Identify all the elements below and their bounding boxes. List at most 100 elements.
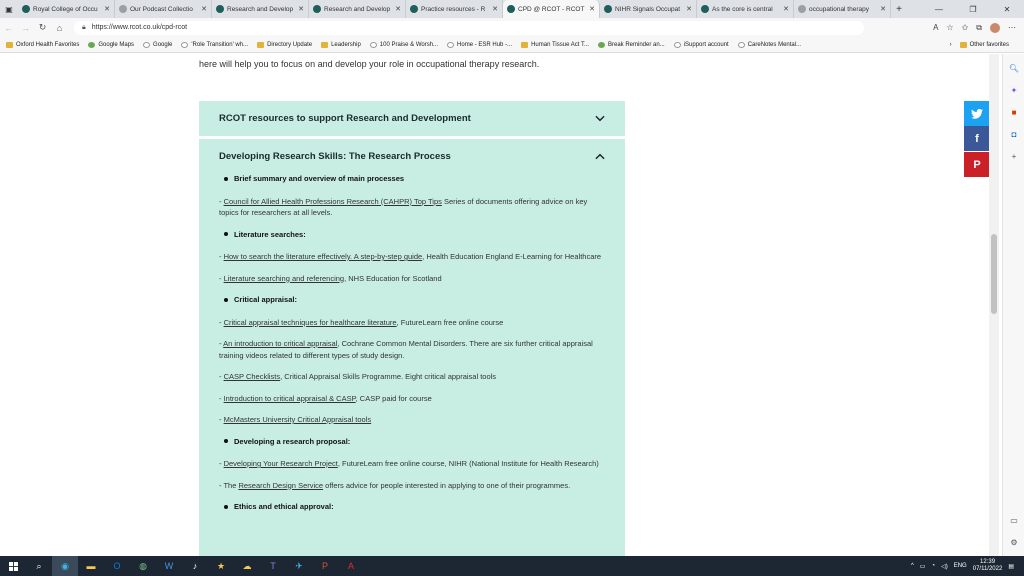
chevron-right-icon[interactable]: › <box>950 42 952 48</box>
onedrive-taskbar-icon[interactable]: ☁ <box>234 556 260 576</box>
app-taskbar-icon[interactable]: ✈ <box>286 556 312 576</box>
file-explorer-icon[interactable]: ▬ <box>78 556 104 576</box>
resource-link[interactable]: Introduction to critical appraisal & CAS… <box>224 394 356 403</box>
tab-actions-icon[interactable]: ▣ <box>0 0 18 18</box>
browser-tab[interactable]: NIHR Signals Occupat ✕ <box>600 0 697 18</box>
twitter-share-button[interactable] <box>964 101 990 126</box>
bookmark-item[interactable]: Directory Update <box>257 41 312 48</box>
bookmark-item[interactable]: Leadership <box>321 41 361 48</box>
bookmark-item[interactable]: Human Tissue Act T... <box>521 41 589 48</box>
resource-link[interactable]: CASP Checklists <box>224 372 281 381</box>
clock[interactable]: 12:39 07/11/2022 <box>973 559 1003 573</box>
close-tab-icon[interactable]: ✕ <box>395 5 401 13</box>
pinterest-share-button[interactable]: P <box>964 152 990 177</box>
bookmark-item[interactable]: Break Reminder an... <box>597 41 665 48</box>
close-tab-icon[interactable]: ✕ <box>298 5 304 13</box>
office-icon[interactable]: ■ <box>1008 106 1020 118</box>
add-icon[interactable]: + <box>1008 150 1020 162</box>
bookmark-item[interactable]: Home - ESR Hub -... <box>447 41 512 48</box>
notifications-icon[interactable]: ▤ <box>1008 563 1014 570</box>
browser-tab[interactable]: Research and Develop ✕ <box>212 0 309 18</box>
app-taskbar-icon[interactable]: ♪ <box>182 556 208 576</box>
volume-icon[interactable]: ◁) <box>941 563 948 570</box>
resource-link[interactable]: Developing Your Research Project <box>224 459 338 468</box>
close-window-icon[interactable]: ✕ <box>990 0 1024 18</box>
browser-tab[interactable]: Research and Develop ✕ <box>309 0 406 18</box>
favorite-star-icon[interactable]: ☆ <box>946 23 953 32</box>
chevron-down-icon[interactable] <box>595 114 605 124</box>
bookmark-item[interactable]: iSupport account <box>673 41 729 48</box>
more-menu-icon[interactable]: ⋯ <box>1008 23 1016 32</box>
close-tab-icon[interactable]: ✕ <box>492 5 498 13</box>
resource-link[interactable]: An introduction to critical appraisal <box>223 339 337 348</box>
collections-icon[interactable]: ⧉ <box>976 23 982 33</box>
acrobat-taskbar-icon[interactable]: A <box>338 556 364 576</box>
forward-icon[interactable]: → <box>17 23 34 33</box>
close-tab-icon[interactable]: ✕ <box>783 5 789 13</box>
discover-icon[interactable]: ✦ <box>1008 84 1020 96</box>
browser-tab[interactable]: Practice resources - R ✕ <box>406 0 503 18</box>
home-icon[interactable]: ⌂ <box>51 23 68 33</box>
clock-date: 07/11/2022 <box>972 566 1003 572</box>
resource-link[interactable]: How to search the literature effectively… <box>224 252 423 261</box>
tray-chevron-icon[interactable]: ^ <box>911 563 914 569</box>
browser-tab[interactable]: Our Podcast Collectio ✕ <box>115 0 212 18</box>
address-bar[interactable]: 🔒︎ https://www.rcot.co.uk/cpd-rcot <box>74 20 864 35</box>
chevron-up-icon[interactable] <box>595 151 605 161</box>
accordion-header[interactable]: Developing Research Skills: The Research… <box>219 139 605 173</box>
settings-icon[interactable]: ⚙ <box>1008 536 1020 548</box>
search-icon[interactable]: 🔍︎ <box>1008 62 1020 74</box>
minimize-icon[interactable]: — <box>922 0 956 18</box>
favorites-taskbar-icon[interactable]: ★ <box>208 556 234 576</box>
close-tab-icon[interactable]: ✕ <box>104 5 110 13</box>
restore-icon[interactable]: ❐ <box>956 0 990 18</box>
read-aloud-icon[interactable]: A <box>933 23 938 32</box>
accordion-title: RCOT resources to support Research and D… <box>219 113 471 124</box>
scrollbar-thumb[interactable] <box>991 234 997 314</box>
refresh-icon[interactable]: ↻ <box>34 22 51 33</box>
resource-link[interactable]: Research Design Service <box>238 481 323 490</box>
resource-link[interactable]: Council for Allied Health Professions Re… <box>224 197 442 206</box>
browser-tab[interactable]: As the core is central ✕ <box>697 0 794 18</box>
outlook-icon[interactable]: ◘ <box>1008 128 1020 140</box>
bookmark-item[interactable]: CareNotes Mental... <box>737 41 801 48</box>
sidebar-layout-icon[interactable]: ▭ <box>1008 514 1020 526</box>
bookmark-item[interactable]: 'Role Transition' wh... <box>181 41 248 48</box>
favorites-icon[interactable]: ✩ <box>962 23 969 32</box>
language-indicator[interactable]: ENG <box>954 563 967 569</box>
teams-taskbar-icon[interactable]: T <box>260 556 286 576</box>
outlook-taskbar-icon[interactable]: O <box>104 556 130 576</box>
close-tab-icon[interactable]: ✕ <box>589 5 595 13</box>
close-tab-icon[interactable]: ✕ <box>686 5 692 13</box>
resource-desc: , FutureLearn free online course, NIHR (… <box>337 459 599 468</box>
other-favorites[interactable]: Other favorites <box>959 41 1009 48</box>
new-tab-button[interactable]: + <box>891 0 907 18</box>
browser-tab[interactable]: occupational therapy ✕ <box>794 0 891 18</box>
battery-icon[interactable]: ▭ <box>920 563 926 570</box>
page-scrollbar[interactable] <box>989 54 999 556</box>
taskbar-search-icon[interactable]: ⌕ <box>26 556 52 576</box>
browser-tab[interactable]: Royal College of Occu ✕ <box>18 0 115 18</box>
rcot-favicon-icon <box>216 5 224 13</box>
back-icon[interactable]: ← <box>0 23 17 33</box>
network-icon[interactable]: ◔ <box>931 563 935 569</box>
edge-taskbar-icon[interactable]: ◉ <box>52 556 78 576</box>
lock-icon[interactable]: 🔒︎ <box>82 24 86 32</box>
browser-tab-active[interactable]: CPD @ RCOT - RCOT ✕ <box>503 0 600 18</box>
close-tab-icon[interactable]: ✕ <box>880 5 886 13</box>
facebook-share-button[interactable]: f <box>964 126 990 151</box>
bookmark-item[interactable]: Google Maps <box>88 41 134 48</box>
resource-link[interactable]: McMasters University Critical Appraisal … <box>224 415 372 424</box>
resource-link[interactable]: Literature searching and referencing <box>224 274 345 283</box>
bookmark-item[interactable]: Google <box>143 41 172 48</box>
close-tab-icon[interactable]: ✕ <box>201 5 207 13</box>
chrome-taskbar-icon[interactable]: ◍ <box>130 556 156 576</box>
accordion-rcot-resources[interactable]: RCOT resources to support Research and D… <box>199 101 625 136</box>
word-taskbar-icon[interactable]: W <box>156 556 182 576</box>
bookmark-item[interactable]: 100 Praise & Worsh... <box>369 41 438 48</box>
profile-avatar[interactable] <box>990 22 1000 33</box>
powerpoint-taskbar-icon[interactable]: P <box>312 556 338 576</box>
resource-link[interactable]: Critical appraisal techniques for health… <box>224 318 397 327</box>
windows-start-icon[interactable] <box>0 556 26 576</box>
bookmark-item[interactable]: Oxford Health Favorites <box>6 41 79 48</box>
